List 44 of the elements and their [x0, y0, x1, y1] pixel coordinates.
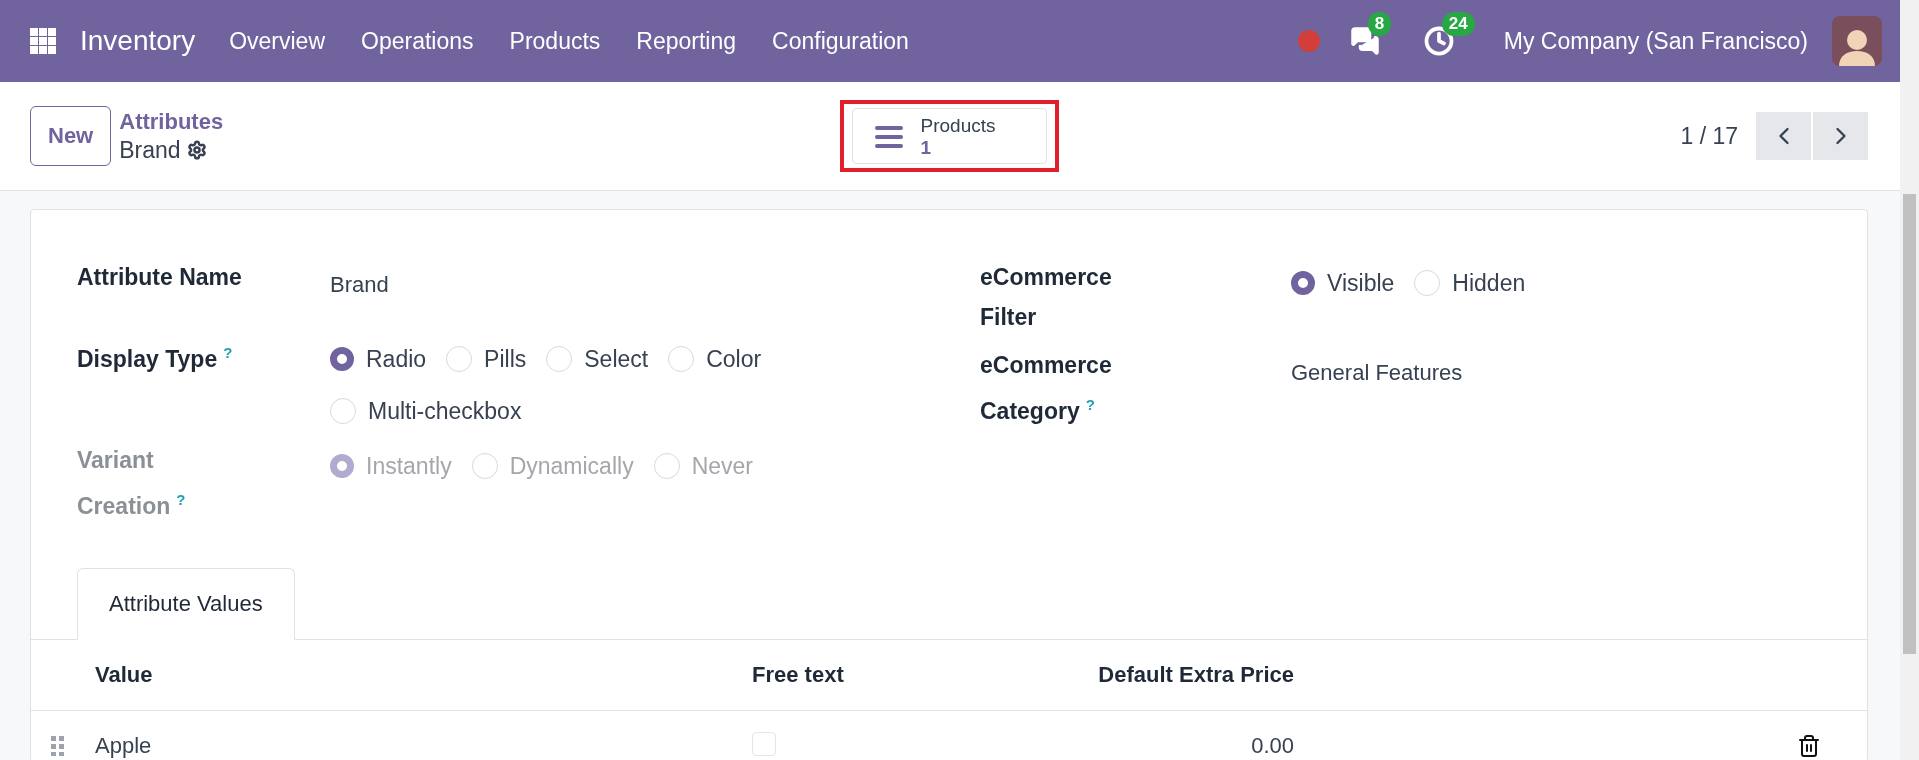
radio-option[interactable]: Visible: [1291, 262, 1395, 304]
previous-button[interactable]: [1756, 112, 1811, 160]
field-value[interactable]: General Features: [1291, 341, 1867, 393]
settings-icon[interactable]: [186, 140, 207, 160]
field-label: eCommerce Category $^{?}$: [980, 351, 1113, 426]
radio-option[interactable]: Color: [668, 338, 762, 380]
list-icon: [874, 125, 903, 149]
field-value[interactable]: Brand: [330, 253, 980, 305]
radio-option[interactable]: Multi-checkbox: [330, 390, 522, 432]
new-button[interactable]: New: [30, 106, 112, 166]
delete-icon[interactable]: [1797, 733, 1821, 758]
next-button[interactable]: [1813, 112, 1868, 160]
drag-handle-icon[interactable]: [51, 735, 65, 756]
radio-option[interactable]: Pills: [446, 338, 527, 380]
column-header[interactable]: Default Extra Price: [1075, 661, 1294, 688]
table-cell-text: Apple: [95, 732, 153, 759]
menu-item[interactable]: Products: [509, 27, 601, 55]
status-dot[interactable]: [1297, 30, 1320, 52]
pager-counter: 1 / 17: [1680, 122, 1738, 150]
radio-option[interactable]: Radio: [330, 338, 427, 380]
column-header[interactable]: Free text: [752, 661, 1075, 688]
field-label: Variant Creation $^{?}$: [77, 446, 187, 521]
menu-item[interactable]: Overview: [229, 27, 326, 55]
products-smart-button[interactable]: Products 1: [851, 108, 1047, 164]
breadcrumb-link[interactable]: Attributes: [119, 108, 224, 135]
radio-option[interactable]: Hidden: [1414, 262, 1526, 304]
menu-item[interactable]: Operations: [361, 27, 474, 55]
table-cell-text: 0.00: [1250, 732, 1294, 759]
checkbox[interactable]: [752, 731, 776, 756]
company-name[interactable]: My Company (San Francisco): [1503, 27, 1808, 55]
menu-item[interactable]: Reporting: [636, 27, 737, 55]
message-count: 8: [1367, 12, 1392, 36]
field-label: Display Type $^{?}$: [77, 343, 234, 374]
apps-grid-icon[interactable]: [30, 28, 56, 54]
menu-item[interactable]: Configuration: [772, 27, 909, 55]
activity-count: 24: [1441, 12, 1475, 36]
radio-option[interactable]: Select: [546, 338, 649, 380]
field-label: Attribute Name: [77, 263, 243, 292]
tab[interactable]: Attribute Values: [77, 567, 295, 640]
app-name[interactable]: Inventory: [80, 25, 196, 57]
column-header[interactable]: Value: [95, 661, 752, 688]
record-name: Brand: [119, 136, 181, 164]
scrollbar[interactable]: [1900, 0, 1919, 760]
avatar-silhouette[interactable]: [1832, 16, 1882, 66]
